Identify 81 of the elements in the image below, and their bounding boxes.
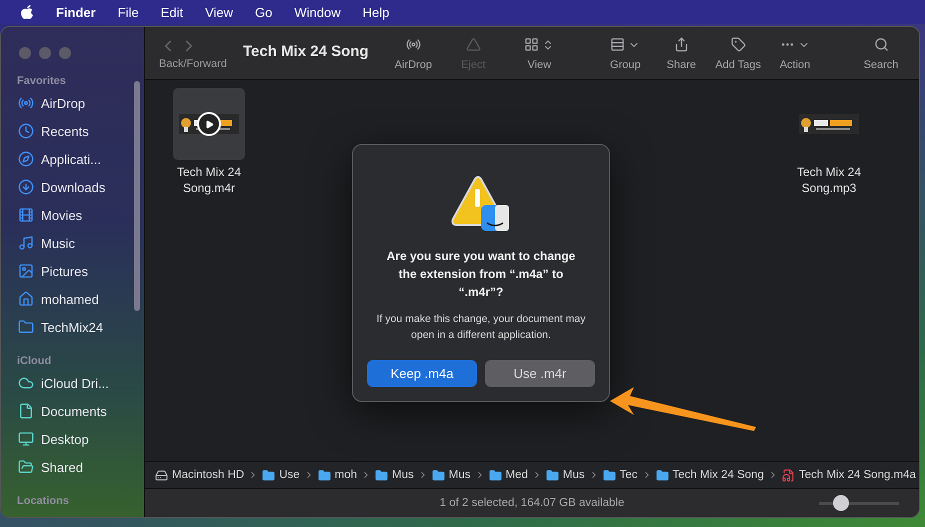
sidebar-section-title: Favorites [16, 74, 67, 89]
folder-icon [375, 468, 388, 482]
clock-icon [18, 123, 34, 139]
sidebar-item[interactable]: Shared [41, 460, 83, 474]
menu-item[interactable]: Edit [160, 4, 184, 20]
path-item[interactable]: Mus [448, 469, 471, 481]
toolbar-label: Search [864, 58, 898, 70]
folder-icon [488, 468, 502, 482]
sidebar-item[interactable]: Pictures [41, 264, 88, 278]
sidebar-item[interactable]: Documents [41, 404, 107, 418]
folder-icon [602, 468, 616, 482]
group-icon[interactable] [610, 37, 626, 52]
sidebar-item[interactable]: Music [41, 236, 75, 250]
sidebar-item[interactable]: Downloads [41, 180, 106, 194]
dialog-message: If you make this change, your document may open in a different application. [376, 312, 586, 343]
menu-item[interactable]: Go [255, 4, 272, 20]
monitor-icon [18, 431, 34, 447]
compass-icon [18, 151, 34, 167]
menu-item[interactable]: Window [294, 4, 341, 20]
dialog-button[interactable]: Keep .m4a [367, 360, 477, 387]
airdrop-icon[interactable] [406, 37, 421, 52]
dialog-title: Are you sure you want to change the extension from “.m4a” to “.m4r”? [386, 248, 576, 301]
search-icon[interactable] [874, 37, 888, 52]
menu-item[interactable]: View [205, 4, 234, 20]
path-item[interactable]: Tec [620, 469, 638, 481]
sidebar-item[interactable]: Desktop [41, 432, 89, 446]
folder-icon [318, 468, 331, 482]
scrollbar[interactable] [134, 81, 140, 311]
audio-file-icon [782, 468, 795, 482]
path-item[interactable]: Mus [562, 469, 585, 481]
document-icon [18, 403, 34, 419]
folder-icon [18, 319, 34, 335]
path-item[interactable]: Use [279, 469, 300, 481]
toolbar-label: View [528, 58, 552, 70]
menu-item[interactable]: Help [362, 4, 390, 20]
toolbar-label: Group [610, 58, 641, 70]
path-item[interactable]: Macintosh HD [172, 469, 244, 481]
app-menu[interactable]: Finder [56, 4, 96, 20]
airdrop-icon [18, 95, 34, 111]
toolbar-label: Add Tags [715, 58, 761, 70]
folder-icon [546, 468, 559, 482]
path-item[interactable]: Med [506, 469, 528, 481]
file-thumbnail[interactable] [173, 88, 245, 160]
sidebar-item[interactable]: Movies [41, 208, 82, 222]
file-name[interactable]: Tech Mix 24 Song.m4r [169, 164, 249, 196]
toolbar-label: Back/Forward [159, 58, 227, 70]
cloud-icon [18, 375, 34, 391]
image-icon [18, 263, 34, 279]
dialog-button[interactable]: Use .m4r [485, 360, 595, 387]
window-title: Tech Mix 24 Song [243, 43, 369, 60]
sidebar-item[interactable]: iCloud Dri... [41, 376, 109, 390]
toolbar-label: Share [666, 58, 696, 70]
film-icon [18, 207, 34, 223]
status-text: 1 of 2 selected, 164.07 GB available [440, 497, 624, 509]
folder-icon [18, 459, 34, 475]
file-name[interactable]: Tech Mix 24 Song.mp3 [789, 164, 869, 196]
sidebar-item[interactable]: mohamed [41, 292, 99, 306]
folder-icon [432, 468, 445, 482]
sidebar-item[interactable]: TechMix24 [41, 320, 104, 334]
path-item[interactable]: Mus [392, 469, 414, 481]
toolbar-label: AirDrop [394, 58, 432, 70]
sidebar-item[interactable]: Recents [41, 124, 89, 138]
path-item[interactable]: Tech Mix 24 Song.m4a [798, 469, 916, 481]
folder-icon [262, 468, 276, 482]
sidebar-section-title: Locations [16, 494, 70, 509]
download-icon [18, 179, 34, 195]
path-item[interactable]: moh [334, 469, 358, 481]
share-icon[interactable] [674, 37, 689, 52]
music-icon [18, 235, 34, 251]
sidebar-item[interactable]: Applicati... [41, 152, 101, 166]
sidebar-section-title: iCloud [16, 354, 52, 369]
menu-item[interactable]: File [118, 4, 139, 20]
folder-icon [656, 468, 669, 482]
sidebar-item[interactable]: AirDrop [41, 96, 86, 110]
tag-icon[interactable] [730, 37, 746, 52]
apple-logo-icon[interactable] [20, 4, 34, 20]
path-item[interactable]: Tech Mix 24 Song [672, 469, 764, 481]
grid-icon[interactable] [524, 37, 540, 52]
toolbar-label: Action [780, 58, 810, 70]
house-icon [18, 291, 34, 307]
play-icon[interactable] [197, 112, 221, 136]
